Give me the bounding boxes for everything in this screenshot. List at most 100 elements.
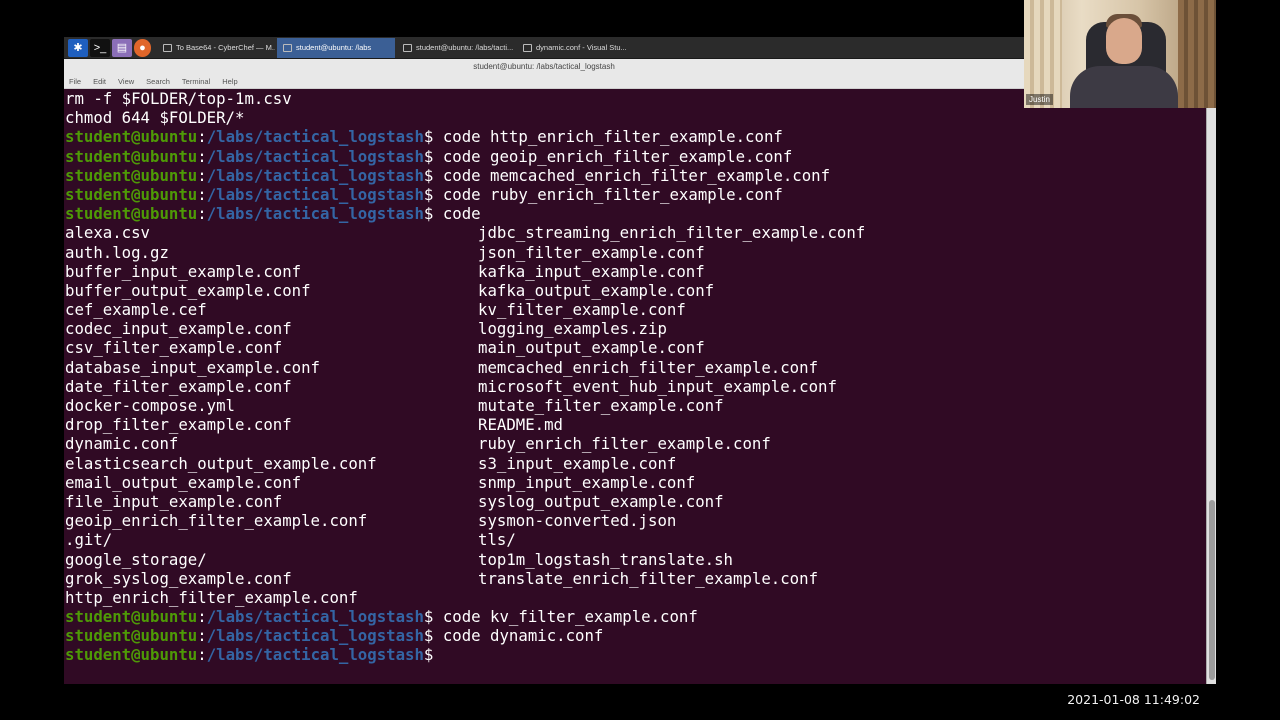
taskbar-task-label: student@ubuntu: /labs [296,43,372,52]
prompt-symbol: $ [423,127,434,147]
file-entry: top1m_logstash_translate.sh [478,549,734,569]
terminal-view[interactable]: rm -f $FOLDER/top-1m.csv chmod 644 $FOLDE… [64,89,1216,684]
prompt-path: /labs/tactical_logstash [206,184,424,204]
terminal-line: auth.log.gz json_filter_example.conf [65,243,1206,262]
command-text: code dynamic.conf [433,626,604,646]
output-text: rm -f $FOLDER/top-1m.csv [65,89,292,108]
prompt-path: /labs/tactical_logstash [206,626,424,646]
prompt-user: student@ubuntu [65,165,198,185]
taskbar-task-label: dynamic.conf - Visual Stu... [536,43,627,52]
taskbar-task-3[interactable]: dynamic.conf - Visual Stu... [517,38,635,58]
terminal-line: student@ubuntu:/labs/tactical_logstash$ [65,645,1206,664]
command-text: code kv_filter_example.conf [433,607,698,627]
menu-file[interactable]: File [69,75,87,88]
menu-search[interactable]: Search [146,75,176,88]
terminal-line: buffer_input_example.conf kafka_input_exa… [65,262,1206,281]
terminal-line: email_output_example.conf snmp_input_exam… [65,473,1206,492]
terminal-line: student@ubuntu:/labs/tactical_logstash$ … [65,607,1206,626]
scroll-thumb[interactable] [1209,500,1215,680]
file-entry: json_filter_example.conf [478,242,705,262]
prompt-user: student@ubuntu [65,204,198,224]
file-entry: kv_filter_example.conf [478,300,686,320]
prompt-user: student@ubuntu [65,184,198,204]
terminal-line: chmod 644 $FOLDER/* [65,108,1206,127]
file-entry: geoip_enrich_filter_example.conf [65,511,368,531]
file-entry: kafka_input_example.conf [478,261,705,281]
terminal-line: http_enrich_filter_example.conf [65,588,1206,607]
app-menu-icon[interactable]: ✱ [68,38,88,57]
window-icon [163,43,172,52]
prompt-user: student@ubuntu [65,645,198,665]
file-entry: codec_input_example.conf [65,319,292,339]
terminal-line: csv_filter_example.conf main_output_examp… [65,338,1206,357]
file-entry: cef_example.cef [65,300,207,320]
firefox-launcher-icon[interactable]: ● [134,38,151,57]
prompt-user: student@ubuntu [65,146,198,166]
window-icon [403,43,412,52]
prompt-user: student@ubuntu [65,127,198,147]
terminal-line: student@ubuntu:/labs/tactical_logstash$ … [65,204,1206,223]
file-entry: auth.log.gz [65,242,169,262]
prompt-symbol: $ [423,626,434,646]
window-title: student@ubuntu: /labs/tactical_logstash [64,59,1024,75]
command-text: code geoip_enrich_filter_example.conf [433,146,793,166]
prompt-symbol: $ [423,607,434,627]
file-entry: grok_syslog_example.conf [65,568,292,588]
taskbar-task-2[interactable]: student@ubuntu: /labs/tacti... [397,38,515,58]
prompt-separator: : [197,184,207,204]
taskbar-task-0[interactable]: To Base64 - CyberChef — M... [157,38,275,58]
window-icon [283,43,292,52]
terminal-line: google_storage/top1m_logstash_translate.… [65,550,1206,569]
file-entry: buffer_input_example.conf [65,261,302,281]
files-launcher-icon[interactable]: ▤ [112,38,132,57]
terminal-line: docker-compose.yml mutate_filter_example.… [65,396,1206,415]
menu-help[interactable]: Help [222,75,243,88]
file-entry: date_filter_example.conf [65,376,292,396]
menu-edit[interactable]: Edit [93,75,112,88]
text-cursor [433,647,442,664]
terminal-scrollbar[interactable] [1206,89,1216,684]
prompt-separator: : [197,127,207,147]
prompt-symbol: $ [423,146,434,166]
terminal-line: alexa.csv jdbc_streaming_enrich_filter_ex… [65,223,1206,242]
terminal-line: dynamic.conf ruby_enrich_filter_example.c… [65,434,1206,453]
taskbar-task-label: student@ubuntu: /labs/tacti... [416,43,514,52]
file-entry: google_storage/ [65,549,207,569]
prompt-path: /labs/tactical_logstash [206,204,424,224]
output-text: chmod 644 $FOLDER/* [65,108,245,128]
terminal-line: codec_input_example.conf logging_examples… [65,319,1206,338]
terminal-line: drop_filter_example.conf README.md [65,415,1206,434]
file-entry: csv_filter_example.conf [65,338,283,358]
terminal-line: student@ubuntu:/labs/tactical_logstash$ … [65,127,1206,146]
file-entry: .git/ [65,530,113,550]
window-icon [523,43,532,52]
file-entry: file_input_example.conf [65,491,283,511]
file-entry: kafka_output_example.conf [478,280,715,300]
terminal-line: .git/tls/ [65,530,1206,549]
webcam-overlay: Justin [1024,0,1216,108]
menu-view[interactable]: View [118,75,140,88]
file-entry: tls/ [478,530,516,550]
terminal-line: date_filter_example.conf microsoft_event_… [65,377,1206,396]
file-entry: syslog_output_example.conf [478,491,724,511]
file-entry: dynamic.conf [65,434,179,454]
file-entry: snmp_input_example.conf [478,472,696,492]
taskbar-task-1[interactable]: student@ubuntu: /labs [277,37,395,58]
prompt-symbol: $ [423,184,434,204]
prompt-separator: : [197,645,207,665]
file-entry: email_output_example.conf [65,472,302,492]
presenter-head [1106,18,1142,64]
file-entry: microsoft_event_hub_input_example.conf [478,376,837,396]
command-text: code [433,204,481,224]
command-text: code http_enrich_filter_example.conf [433,127,783,147]
prompt-path: /labs/tactical_logstash [206,645,424,665]
terminal-launcher-icon[interactable]: >_ [90,38,110,57]
file-entry: alexa.csv [65,223,151,243]
terminal-line: student@ubuntu:/labs/tactical_logstash$ … [65,147,1206,166]
file-entry: elasticsearch_output_example.conf [65,453,377,473]
terminal-line: student@ubuntu:/labs/tactical_logstash$ … [65,626,1206,645]
prompt-separator: : [197,165,207,185]
menu-terminal[interactable]: Terminal [182,75,216,88]
curtain-left [1024,0,1062,108]
file-entry: jdbc_streaming_enrich_filter_example.con… [478,223,866,243]
